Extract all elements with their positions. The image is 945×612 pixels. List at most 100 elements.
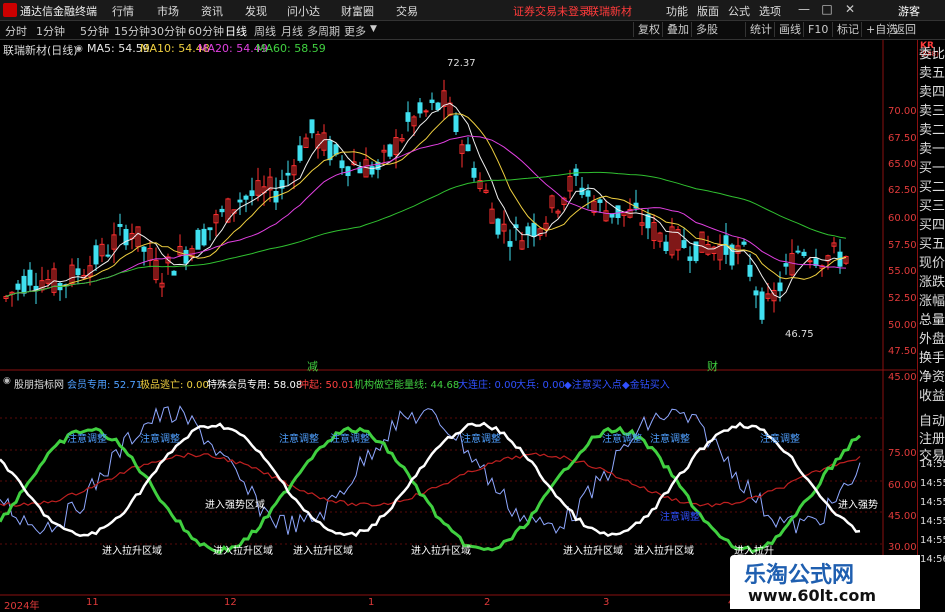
stats-button[interactable]: 统计 — [745, 22, 776, 37]
side-item: 净资 — [919, 370, 945, 385]
tab-multi-period[interactable]: 多周期 — [307, 23, 340, 39]
menu-item-trade[interactable]: 交易 — [396, 3, 418, 19]
indicator-mairu: ◆金钻买入 — [622, 380, 670, 391]
y-tick: 57.50 — [888, 240, 917, 251]
candle-body — [207, 227, 213, 231]
watermark-title: 乐淘公式网 — [744, 563, 855, 588]
menu-item-quotes[interactable]: 行情 — [112, 3, 134, 19]
candle-body — [195, 229, 201, 250]
app-logo-icon — [3, 3, 17, 17]
note-adjust: 注意调整 — [602, 434, 642, 445]
side-item: 卖二 — [919, 123, 945, 138]
period-toolbar: 分时 1分钟 5分钟 15分钟 30分钟 60分钟 日线 周线 月线 多周期 更… — [0, 21, 945, 40]
x-axis-label: 11 — [86, 597, 99, 608]
ind-y-tick: 30.00 — [888, 542, 917, 553]
x-axis-label: 12 — [224, 597, 237, 608]
candle-body — [525, 226, 531, 235]
event-marker-finance[interactable]: 财 — [707, 358, 718, 374]
event-marker-reduce[interactable]: 减 — [307, 358, 318, 374]
side-item: 卖三 — [919, 104, 945, 119]
menu-item-news[interactable]: 资讯 — [201, 3, 223, 19]
candle-body — [807, 260, 813, 263]
menu-item-discover[interactable]: 发现 — [245, 3, 267, 19]
chart-canvas[interactable] — [0, 40, 945, 609]
indicator-dabing: 大兵: 0.00 — [516, 380, 565, 391]
candle-body — [507, 241, 513, 247]
indicator-zhuyi: ◆注意买入点 — [564, 380, 622, 391]
tab-daily[interactable]: 日线 — [225, 23, 247, 39]
indicator-jigou: 机构做空能量线: 44.68 — [354, 380, 460, 391]
candle-body — [495, 218, 501, 235]
side-item: 卖四 — [919, 85, 945, 100]
candle-body — [585, 190, 591, 197]
chevron-down-icon[interactable]: ▼ — [370, 24, 377, 34]
candle-body — [105, 254, 111, 257]
candle-body — [597, 199, 603, 203]
note-adjust: 注意调整 — [279, 434, 319, 445]
x-axis-label: 2 — [484, 597, 491, 608]
menu-item-options[interactable]: 选项 — [759, 3, 781, 19]
candle-body — [471, 167, 477, 178]
overlay-button[interactable]: 叠加 — [662, 22, 693, 37]
guest-label[interactable]: 游客 — [898, 3, 920, 19]
side-item: 总量 — [919, 313, 945, 328]
candle-body — [297, 145, 303, 161]
candle-body — [27, 269, 33, 286]
note-lift: 进入拉升区域 — [213, 546, 273, 557]
indicator-chongqi: 冲起: 50.01 — [299, 380, 355, 391]
tab-minute[interactable]: 分时 — [5, 23, 27, 39]
menu-item-wealth[interactable]: 财富圈 — [341, 3, 374, 19]
settings-icon[interactable]: ◉ — [75, 44, 83, 54]
side-lower-item[interactable]: 注册 — [919, 431, 945, 448]
candle-body — [93, 245, 99, 265]
menu-item-market[interactable]: 市场 — [157, 3, 179, 19]
menu-item-formula[interactable]: 公式 — [728, 3, 750, 19]
candle-body — [609, 213, 615, 218]
tab-15min[interactable]: 15分钟 — [114, 23, 150, 39]
tab-more[interactable]: 更多 — [344, 23, 366, 39]
candle-body — [339, 160, 345, 169]
menu-item-ask[interactable]: 问小达 — [287, 3, 320, 19]
menu-item-layout[interactable]: 版面 — [697, 3, 719, 19]
tab-60min[interactable]: 60分钟 — [188, 23, 224, 39]
side-item: 买四 — [919, 218, 945, 233]
tab-1min[interactable]: 1分钟 — [36, 23, 65, 39]
close-icon[interactable]: ✕ — [841, 1, 859, 18]
side-item: 涨跌 — [919, 275, 945, 290]
ind-y-tick: 60.00 — [888, 480, 917, 491]
y-tick: 67.50 — [888, 133, 917, 144]
tab-5min[interactable]: 5分钟 — [80, 23, 109, 39]
note-adjust: 注意调整 — [140, 434, 180, 445]
candle-body — [75, 268, 81, 276]
x-axis-label: 1 — [368, 597, 375, 608]
candle-body — [687, 256, 693, 261]
indicator-red-line — [0, 452, 861, 508]
indicator-settings-icon[interactable]: ◉ — [3, 376, 11, 386]
tab-monthly[interactable]: 月线 — [281, 23, 303, 39]
watermark-url: www.60lt.com — [748, 586, 877, 605]
candle-body — [453, 115, 459, 133]
candle-body — [531, 222, 537, 237]
indicator-tese: 特殊会员专用: 58.08 — [207, 380, 303, 391]
x-axis-label: 2024年 — [4, 601, 40, 612]
candle-body — [183, 249, 189, 264]
menu-item-function[interactable]: 功能 — [666, 3, 688, 19]
side-panel: KR (688) 委比 卖五 卖四 卖三 卖二 卖一 买一 买二 买三 买四 买… — [917, 40, 945, 609]
candle-body — [237, 199, 243, 203]
candle-body — [663, 241, 669, 252]
f10-button[interactable]: F10 — [803, 22, 832, 37]
multi-stock-button[interactable]: 多股 — [691, 22, 722, 37]
tab-weekly[interactable]: 周线 — [254, 23, 276, 39]
back-button[interactable]: 返回 — [889, 22, 920, 37]
side-time: 14:55 — [920, 459, 945, 470]
side-lower-item[interactable]: 自动 — [919, 412, 945, 431]
tab-30min[interactable]: 30分钟 — [150, 23, 186, 39]
mark-button[interactable]: 标记 — [832, 22, 863, 37]
adjust-button[interactable]: 复权 — [633, 22, 664, 37]
login-notice[interactable]: 证券交易未登录 — [513, 3, 590, 19]
indicator-name[interactable]: 股朋指标网 — [14, 376, 64, 391]
draw-line-button[interactable]: 画线 — [774, 22, 805, 37]
maximize-icon[interactable]: □ — [818, 1, 836, 18]
candle-body — [435, 102, 441, 111]
minimize-icon[interactable]: — — [795, 1, 813, 18]
